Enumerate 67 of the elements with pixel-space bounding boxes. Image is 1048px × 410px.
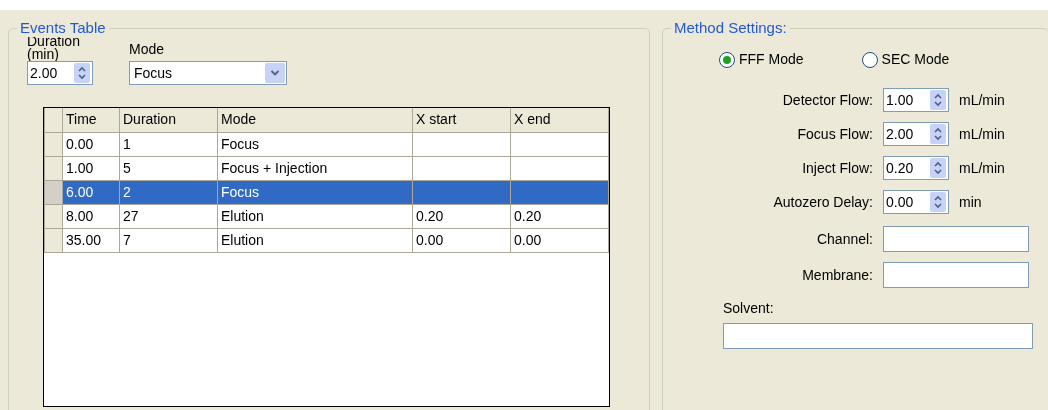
field-label: Focus Flow:	[796, 124, 873, 144]
radio-option[interactable]: SEC Mode	[861, 49, 950, 70]
field-label: Autozero Delay:	[772, 192, 873, 212]
text-field[interactable]	[883, 226, 1029, 252]
text-field[interactable]	[723, 323, 1033, 349]
table-cell: 0.20	[412, 204, 511, 228]
row-header[interactable]	[44, 132, 63, 156]
field-label: Mode	[129, 40, 166, 59]
value-input[interactable]: 0.00	[884, 191, 930, 213]
table-cell: 7	[119, 228, 218, 252]
spin-arrows-icon[interactable]	[933, 93, 943, 107]
row-header[interactable]	[44, 228, 63, 252]
spin-field[interactable]: 0.00	[883, 190, 949, 214]
text-field[interactable]	[883, 262, 1029, 288]
table-cell: 1.00	[62, 156, 120, 180]
spin-field[interactable]: 2.00	[27, 61, 93, 85]
field-label: Solvent:	[723, 299, 775, 318]
table-cell: 8.00	[62, 204, 120, 228]
field-label: Inject Flow:	[801, 158, 873, 178]
table-cell: Focus	[217, 180, 413, 204]
table-cell: 0.00	[412, 228, 511, 252]
table-cell: Elution	[217, 204, 413, 228]
unit-label: min	[959, 192, 982, 212]
value-input[interactable]: 1.00	[884, 89, 930, 111]
spin-arrows-icon[interactable]	[933, 161, 943, 175]
radio-button[interactable]	[861, 51, 878, 68]
unit-label: mL/min	[959, 124, 1005, 144]
table-cell: 0.00	[510, 228, 609, 252]
table-cell: 2	[119, 180, 218, 204]
row-header[interactable]	[44, 156, 63, 180]
spin-field[interactable]: 1.00	[883, 88, 949, 112]
column-header: Time	[62, 108, 120, 132]
column-header: Mode	[217, 108, 413, 132]
table-cell: 0.20	[510, 204, 609, 228]
value-input[interactable]: 0.20	[884, 157, 930, 179]
table-cell: 1	[119, 132, 218, 156]
table-cell: Elution	[217, 228, 413, 252]
spin-arrows-icon[interactable]	[933, 127, 943, 141]
table-cell: 27	[119, 204, 218, 228]
radio-option[interactable]: FFF Mode	[719, 49, 804, 70]
spin-arrows-icon[interactable]	[933, 195, 943, 209]
table-cell: Focus + Injection	[217, 156, 413, 180]
column-header: X start	[412, 108, 511, 132]
field-label: Channel:	[815, 229, 873, 249]
field-label: Membrane:	[801, 265, 873, 285]
value-input[interactable]: 2.00	[884, 123, 930, 145]
radio-button[interactable]	[719, 51, 735, 68]
row-header[interactable]	[44, 204, 63, 228]
dropdown-icon	[265, 63, 285, 83]
spin-arrows-icon[interactable]	[77, 66, 87, 80]
table-cell: 5	[119, 156, 218, 180]
field-label: Detector Flow:	[781, 90, 873, 110]
table-cell: 0.00	[62, 132, 120, 156]
spin-field[interactable]: 0.20	[883, 156, 949, 180]
value-input[interactable]: 2.00	[28, 62, 74, 84]
column-header: Duration	[119, 108, 218, 132]
group-title: Method Settings:	[671, 19, 790, 37]
field-label: Duration (min)	[27, 35, 81, 61]
column-header: X end	[510, 108, 609, 132]
row-header[interactable]	[44, 180, 63, 204]
table-cell: Focus	[217, 132, 413, 156]
mode-dropdown[interactable]: Focus	[129, 61, 287, 85]
group-title: Events Table	[17, 19, 109, 37]
table-cell: 35.00	[62, 228, 120, 252]
unit-label: mL/min	[959, 158, 1005, 178]
spin-field[interactable]: 2.00	[883, 122, 949, 146]
unit-label: mL/min	[959, 90, 1005, 110]
